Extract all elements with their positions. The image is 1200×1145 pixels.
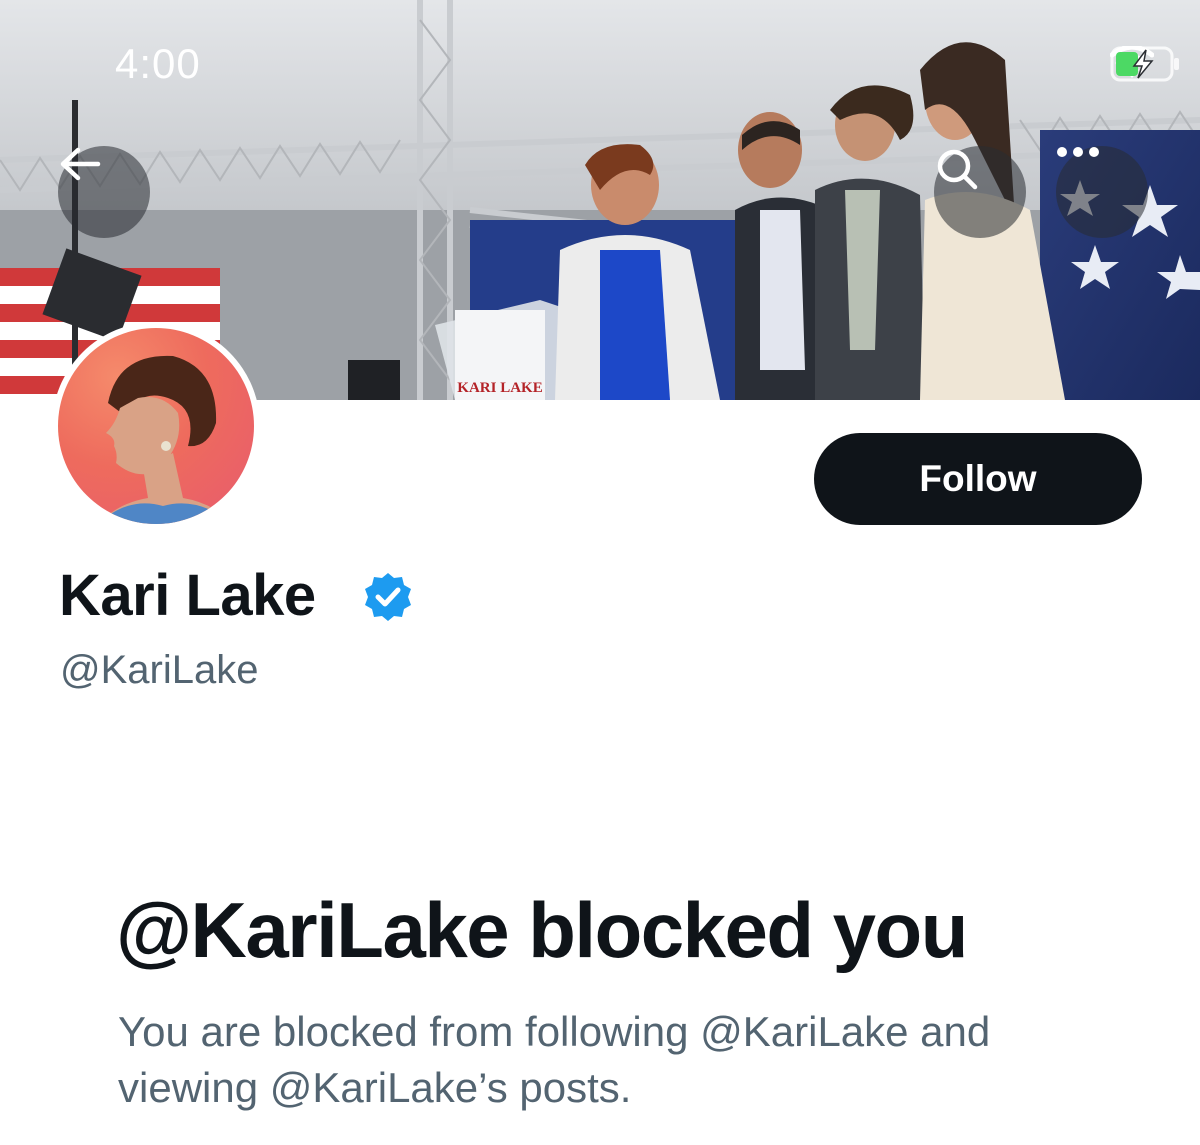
- more-horizontal-icon: [1057, 147, 1099, 157]
- back-button[interactable]: [58, 146, 150, 238]
- profile-avatar[interactable]: [52, 322, 260, 530]
- search-button[interactable]: [934, 146, 1026, 238]
- verified-badge-icon[interactable]: [362, 571, 414, 628]
- status-time: 4:00: [115, 40, 201, 87]
- more-options-button[interactable]: [1056, 146, 1148, 238]
- follow-button[interactable]: Follow: [814, 433, 1142, 525]
- podium-sign-text: KARI LAKE: [457, 380, 542, 396]
- blocked-description: You are blocked from following @KariLake…: [118, 1008, 991, 1111]
- avatar-image: [58, 328, 254, 524]
- arrow-left-icon: [60, 147, 101, 181]
- search-icon: [937, 149, 978, 190]
- profile-display-name: Kari Lake: [59, 563, 316, 628]
- profile-handle: @KariLake: [60, 648, 259, 692]
- blocked-title: @KariLake blocked you: [116, 886, 968, 974]
